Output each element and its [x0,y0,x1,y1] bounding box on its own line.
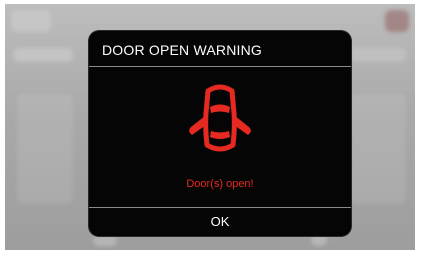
background-element [93,236,117,246]
background-element [11,10,51,32]
background-screen: DOOR OPEN WARNING Door(s) open! OK [5,4,415,250]
background-element [17,94,73,204]
warning-message: Door(s) open! [186,178,254,190]
title-divider [89,66,351,67]
background-element [385,10,409,32]
door-open-warning-dialog: DOOR OPEN WARNING Door(s) open! OK [89,31,351,236]
ok-button[interactable]: OK [89,208,351,236]
background-element [350,94,406,204]
background-element [13,48,73,62]
background-element [350,48,406,62]
dialog-title: DOOR OPEN WARNING [102,42,262,58]
car-doors-open-icon [189,84,251,152]
